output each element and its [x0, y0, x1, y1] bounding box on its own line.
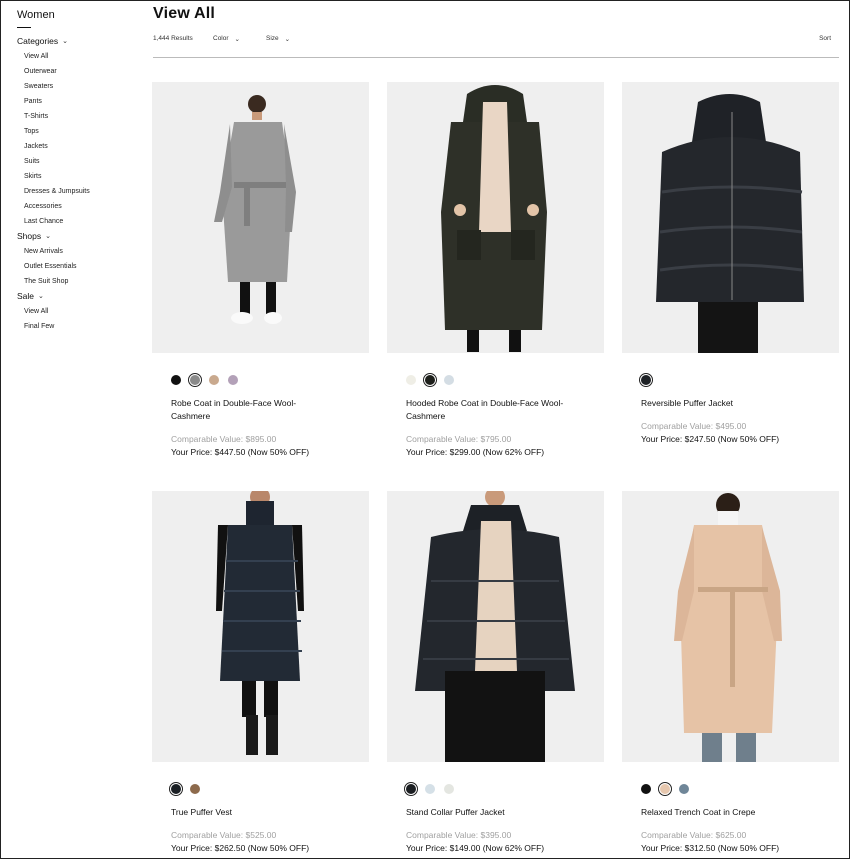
color-swatch[interactable] [188, 373, 202, 387]
sidebar-shops-toggle[interactable]: Shops ⌄ [17, 229, 137, 244]
sidebar-shop-item[interactable]: The Suit Shop [17, 274, 137, 289]
sidebar-category-item[interactable]: T-Shirts [17, 109, 137, 124]
product-name[interactable]: Relaxed Trench Coat in Crepe [641, 806, 801, 819]
sidebar-categories-toggle[interactable]: Categories ⌄ [17, 34, 137, 49]
page-frame: Women Categories ⌄ View All Outerwear Swea… [0, 0, 850, 859]
size-filter-dropdown[interactable]: Size ⌄ [266, 35, 290, 43]
sidebar-category-item[interactable]: Outerwear [17, 64, 137, 79]
color-swatch[interactable] [404, 782, 418, 796]
product-price: Your Price: $262.50 (Now 50% OFF) [171, 843, 310, 853]
header-divider [153, 57, 839, 58]
product-name[interactable]: Robe Coat in Double-Face Wool-Cashmere [171, 397, 331, 423]
chevron-down-icon: ⌄ [45, 233, 51, 240]
comparable-value: Comparable Value: $525.00 [171, 830, 277, 840]
product-image[interactable] [622, 82, 839, 353]
product-price: Your Price: $299.00 (Now 62% OFF) [406, 447, 545, 457]
product-image[interactable] [387, 82, 604, 353]
product-price: Your Price: $247.50 (Now 50% OFF) [641, 434, 780, 444]
page-title: View All [153, 5, 216, 22]
color-swatch[interactable] [444, 375, 454, 385]
sidebar-shops-list: New Arrivals Outlet Essentials The Suit Sh… [17, 244, 137, 289]
color-swatch[interactable] [228, 375, 238, 385]
sidebar-section-label: Sale [17, 291, 35, 301]
color-swatch[interactable] [444, 784, 454, 794]
sidebar-shop-item[interactable]: New Arrivals [17, 244, 137, 259]
product-name[interactable]: Reversible Puffer Jacket [641, 397, 801, 410]
product-price: Your Price: $312.50 (Now 50% OFF) [641, 843, 780, 853]
comparable-value: Comparable Value: $495.00 [641, 421, 747, 431]
product-image[interactable] [152, 491, 369, 762]
color-swatch[interactable] [658, 782, 672, 796]
color-filter-dropdown[interactable]: Color ⌄ [213, 35, 240, 43]
color-swatches [171, 373, 369, 387]
color-swatches [169, 782, 369, 796]
product-name[interactable]: Hooded Robe Coat in Double-Face Wool-Cas… [406, 397, 566, 423]
color-swatches [406, 373, 604, 387]
chevron-down-icon: ⌄ [284, 36, 291, 43]
product-card[interactable]: Hooded Robe Coat in Double-Face Wool-Cas… [387, 82, 604, 459]
sidebar-category-item[interactable]: Accessories [17, 199, 137, 214]
chevron-down-icon: ⌄ [234, 36, 240, 43]
sidebar-shop-item[interactable]: Outlet Essentials [17, 259, 137, 274]
color-swatch[interactable] [639, 373, 653, 387]
color-swatch[interactable] [171, 375, 181, 385]
color-swatch[interactable] [425, 784, 435, 794]
color-filter-label: Color [213, 35, 229, 42]
color-swatches [404, 782, 604, 796]
color-swatch[interactable] [406, 375, 416, 385]
product-image[interactable] [622, 491, 839, 762]
sidebar-categories-list: View All Outerwear Sweaters Pants T-Shirts To… [17, 49, 137, 229]
chevron-down-icon: ⌄ [62, 38, 68, 45]
chevron-down-icon: ⌄ [38, 293, 44, 300]
color-swatch[interactable] [169, 782, 183, 796]
size-filter-label: Size [266, 35, 279, 42]
sidebar-category-item[interactable]: Last Chance [17, 214, 137, 229]
product-card[interactable]: Robe Coat in Double-Face Wool-Cashmere Co… [152, 82, 369, 459]
color-swatches [639, 373, 839, 387]
color-swatch[interactable] [679, 784, 689, 794]
color-swatch[interactable] [209, 375, 219, 385]
color-swatch[interactable] [190, 784, 200, 794]
product-card[interactable]: Relaxed Trench Coat in Crepe Comparable V… [622, 491, 839, 855]
sidebar-category-item[interactable]: Sweaters [17, 79, 137, 94]
sidebar-sale-item[interactable]: Final Few [17, 319, 137, 334]
sort-button[interactable]: Sort [819, 35, 831, 42]
sidebar-category-item[interactable]: Tops [17, 124, 137, 139]
color-swatch[interactable] [423, 373, 437, 387]
product-card[interactable]: True Puffer Vest Comparable Value: $525.0… [152, 491, 369, 855]
product-image[interactable] [387, 491, 604, 762]
product-price: Your Price: $447.50 (Now 50% OFF) [171, 447, 310, 457]
comparable-value: Comparable Value: $795.00 [406, 434, 512, 444]
comparable-value: Comparable Value: $625.00 [641, 830, 747, 840]
filter-toolbar: 1,444 Results Color ⌄ Size ⌄ Sort [153, 35, 831, 49]
product-image[interactable] [152, 82, 369, 353]
product-name[interactable]: True Puffer Vest [171, 806, 331, 819]
sidebar-category-item[interactable]: Pants [17, 94, 137, 109]
product-price: Your Price: $149.00 (Now 62% OFF) [406, 843, 545, 853]
sidebar-category-item[interactable]: Jackets [17, 139, 137, 154]
sidebar-sale-item[interactable]: View All [17, 304, 137, 319]
sidebar-section-label: Categories [17, 36, 59, 46]
sidebar-category-item[interactable]: Dresses & Jumpsuits [17, 184, 137, 199]
comparable-value: Comparable Value: $395.00 [406, 830, 512, 840]
sidebar-section-label: Shops [17, 231, 42, 241]
sidebar-category-item[interactable]: View All [17, 49, 137, 64]
product-name[interactable]: Stand Collar Puffer Jacket [406, 806, 566, 819]
sidebar: Women Categories ⌄ View All Outerwear Swea… [17, 9, 137, 334]
sidebar-sale-toggle[interactable]: Sale ⌄ [17, 289, 137, 304]
product-card[interactable]: Stand Collar Puffer Jacket Comparable Val… [387, 491, 604, 855]
sidebar-title[interactable]: Women [17, 9, 137, 21]
sidebar-sale-list: View All Final Few [17, 304, 137, 334]
product-card[interactable]: Reversible Puffer Jacket Comparable Value… [622, 82, 839, 446]
results-count: 1,444 Results [153, 35, 193, 42]
color-swatches [641, 782, 839, 796]
sidebar-category-item[interactable]: Suits [17, 154, 137, 169]
sidebar-category-item[interactable]: Skirts [17, 169, 137, 184]
comparable-value: Comparable Value: $895.00 [171, 434, 277, 444]
color-swatch[interactable] [641, 784, 651, 794]
sidebar-divider [17, 27, 31, 28]
